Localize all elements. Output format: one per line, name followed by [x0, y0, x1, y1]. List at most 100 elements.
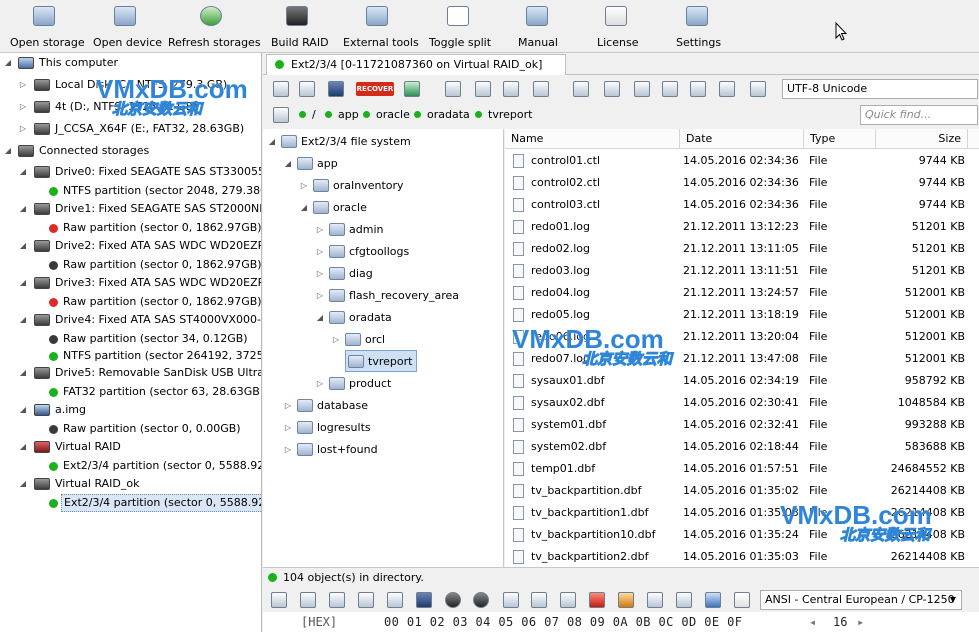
binoculars-icon[interactable]: [416, 592, 432, 608]
collapse-arrow-icon[interactable]: ◢: [3, 54, 13, 72]
expand-arrow-icon[interactable]: ▷: [315, 373, 325, 395]
breadcrumb-item[interactable]: tvreport: [475, 103, 532, 127]
expand-arrow-icon[interactable]: ▷: [299, 175, 309, 197]
paste-icon[interactable]: [387, 592, 403, 608]
file-row[interactable]: system02.dbf 14.05.2016 02:18:44 File 58368…: [505, 436, 979, 458]
tree-node-drive2[interactable]: ◢ Drive2: Fixed ATA SAS WDC WD20EZRZ-00: [0, 237, 261, 255]
folder-node[interactable]: ▷ diag: [315, 263, 495, 285]
swap-icon[interactable]: [705, 592, 721, 608]
folder-node[interactable]: ▷ orcl: [331, 329, 451, 351]
tree-node-disk-d[interactable]: ▷ 4t (D:, NTFS, 3725.81 GB): [0, 98, 261, 116]
collapse-arrow-icon[interactable]: ◢: [267, 131, 277, 153]
collapse-arrow-icon[interactable]: ◢: [3, 142, 13, 160]
column-header-name[interactable]: Name: [505, 129, 680, 149]
tree-node-partition[interactable]: Ext2/3/4 partition (sector 0, 5588.92GB): [0, 457, 261, 475]
collapse-arrow-icon[interactable]: ◢: [18, 311, 28, 329]
tree-node-partition[interactable]: Raw partition (sector 0, 1862.97GB): [0, 293, 261, 311]
column-header-date[interactable]: Date: [680, 129, 804, 149]
column-header-type[interactable]: Type: [804, 129, 876, 149]
file-row[interactable]: redo05.log 21.12.2011 13:18:19 File 512001 …: [505, 304, 979, 326]
words-icon[interactable]: [676, 592, 692, 608]
tree-node-virtual-raid-ok[interactable]: ◢ Virtual RAID_ok: [0, 475, 261, 493]
settings-button[interactable]: Settings: [676, 6, 721, 52]
license-button[interactable]: License: [597, 6, 638, 52]
open-device-button[interactable]: Open device: [93, 6, 162, 52]
file-row[interactable]: redo06.log 21.12.2011 13:20:04 File 512001 …: [505, 326, 979, 348]
open-storage-button[interactable]: Open storage: [10, 6, 85, 52]
gear-icon[interactable]: [604, 81, 620, 97]
tree-node-drive5[interactable]: ◢ Drive5: Removable SanDisk USB Ultra: [0, 364, 261, 382]
tree-node-partition[interactable]: Raw partition (sector 34, 0.12GB): [0, 330, 261, 348]
tree-node-partition[interactable]: NTFS partition (sector 264192, 3725.81G: [0, 347, 261, 365]
pin-icon[interactable]: [750, 81, 766, 97]
file-row[interactable]: redo04.log 21.12.2011 13:24:57 File 512001 …: [505, 282, 979, 304]
tree-node-drive3[interactable]: ◢ Drive3: Fixed ATA SAS WDC WD20EZRZ-00: [0, 274, 261, 292]
folder-node[interactable]: ◢ Ext2/3/4 file system: [267, 131, 467, 153]
file-row[interactable]: tv_backpartition1.dbf 14.05.2016 01:35:03…: [505, 502, 979, 524]
quick-find-input[interactable]: Quick find...: [860, 105, 978, 125]
breadcrumb-item[interactable]: oracle: [363, 103, 410, 127]
folder-node[interactable]: ▷ cfgtoollogs: [315, 241, 495, 263]
collapse-arrow-icon[interactable]: ◢: [18, 274, 28, 292]
expand-arrow-icon[interactable]: ▷: [283, 395, 293, 417]
sector-next-icon[interactable]: [560, 592, 576, 608]
properties-icon[interactable]: [475, 81, 491, 97]
collapse-arrow-icon[interactable]: ◢: [299, 197, 309, 219]
network-icon[interactable]: [662, 81, 678, 97]
folder-node[interactable]: ◢ oracle: [299, 197, 479, 219]
file-row[interactable]: tv_backpartition2.dbf 14.05.2016 01:35:03…: [505, 546, 979, 567]
breadcrumb-item[interactable]: /: [299, 103, 316, 127]
collapse-arrow-icon[interactable]: ◢: [18, 364, 28, 382]
manual-button[interactable]: Manual: [518, 6, 558, 52]
breadcrumb-item[interactable]: oradata: [414, 103, 470, 127]
tree-node-local-disk-c[interactable]: ▷ Local Disk (C:, NTFS, 279.3 GB): [0, 76, 261, 94]
file-row[interactable]: sysaux01.dbf 14.05.2016 02:34:19 File 95879…: [505, 370, 979, 392]
open-folder-icon[interactable]: [404, 81, 420, 97]
collapse-arrow-icon[interactable]: ◢: [315, 307, 325, 329]
folder-node[interactable]: ▷ database: [283, 395, 483, 417]
tree-node-drive0[interactable]: ◢ Drive0: Fixed SEAGATE SAS ST3300555SS: [0, 163, 261, 181]
folder-node[interactable]: ▷ admin: [315, 219, 495, 241]
tree-node-drive4[interactable]: ◢ Drive4: Fixed ATA SAS ST4000VX000-1F41: [0, 311, 261, 329]
tool-icon[interactable]: [573, 81, 589, 97]
save-icon[interactable]: [271, 592, 287, 608]
tree-node-a-img[interactable]: ◢ a.img: [0, 401, 261, 419]
print-icon[interactable]: [719, 81, 735, 97]
file-row[interactable]: sysaux02.dbf 14.05.2016 02:30:41 File 10485…: [505, 392, 979, 414]
file-row[interactable]: redo03.log 21.12.2011 13:11:51 File 51201 K…: [505, 260, 979, 282]
flag-icon[interactable]: [589, 592, 605, 608]
sector-icon[interactable]: [531, 592, 547, 608]
tree-node-partition[interactable]: Raw partition (sector 0, 0.00GB): [0, 420, 261, 438]
file-row[interactable]: tv_backpartition.dbf 14.05.2016 01:35:02 F…: [505, 480, 979, 502]
folder-node[interactable]: ▷ oraInventory: [299, 175, 479, 197]
file-row[interactable]: control02.ctl 14.05.2016 02:34:36 File 9744…: [505, 172, 979, 194]
file-row[interactable]: redo02.log 21.12.2011 13:11:05 File 51201 K…: [505, 238, 979, 260]
edit-icon[interactable]: [734, 592, 750, 608]
file-row[interactable]: redo01.log 21.12.2011 13:12:23 File 51201 K…: [505, 216, 979, 238]
expand-arrow-icon[interactable]: ▷: [331, 329, 341, 351]
collapse-arrow-icon[interactable]: ◢: [18, 401, 28, 419]
bytes-icon[interactable]: [647, 592, 663, 608]
file-row[interactable]: control01.ctl 14.05.2016 02:34:36 File 9744…: [505, 150, 979, 172]
copy-icon[interactable]: [329, 592, 345, 608]
binoculars-icon[interactable]: [328, 81, 344, 97]
tab-partition[interactable]: Ext2/3/4 [0-11721087360 on Virtual RAID_…: [266, 54, 566, 75]
recover-button[interactable]: RECOVER: [356, 82, 394, 96]
file-row[interactable]: redo07.log 21.12.2011 13:47:08 File 512001 …: [505, 348, 979, 370]
refresh-storages-button[interactable]: Refresh storages: [168, 6, 261, 52]
tree-node-partition[interactable]: NTFS partition (sector 2048, 279.38GB): [0, 182, 261, 200]
breadcrumb-item[interactable]: app: [325, 103, 359, 127]
export-icon[interactable]: [503, 81, 519, 97]
folder-node[interactable]: ◢ app: [283, 153, 483, 175]
expand-arrow-icon[interactable]: ▷: [315, 285, 325, 307]
external-tools-button[interactable]: External tools: [343, 6, 419, 52]
checklist-icon[interactable]: [299, 81, 315, 97]
preview-icon[interactable]: [445, 81, 461, 97]
toggle-split-button[interactable]: Toggle split: [429, 6, 491, 52]
tree-node-disk-e[interactable]: ▷ J_CCSA_X64F (E:, FAT32, 28.63GB): [0, 120, 261, 138]
tree-node-virtual-raid[interactable]: ◢ Virtual RAID: [0, 438, 261, 456]
expand-arrow-icon[interactable]: ▷: [315, 241, 325, 263]
column-header-size[interactable]: Size: [876, 129, 968, 149]
save-icon[interactable]: [273, 81, 289, 97]
layout-icon[interactable]: [533, 81, 549, 97]
